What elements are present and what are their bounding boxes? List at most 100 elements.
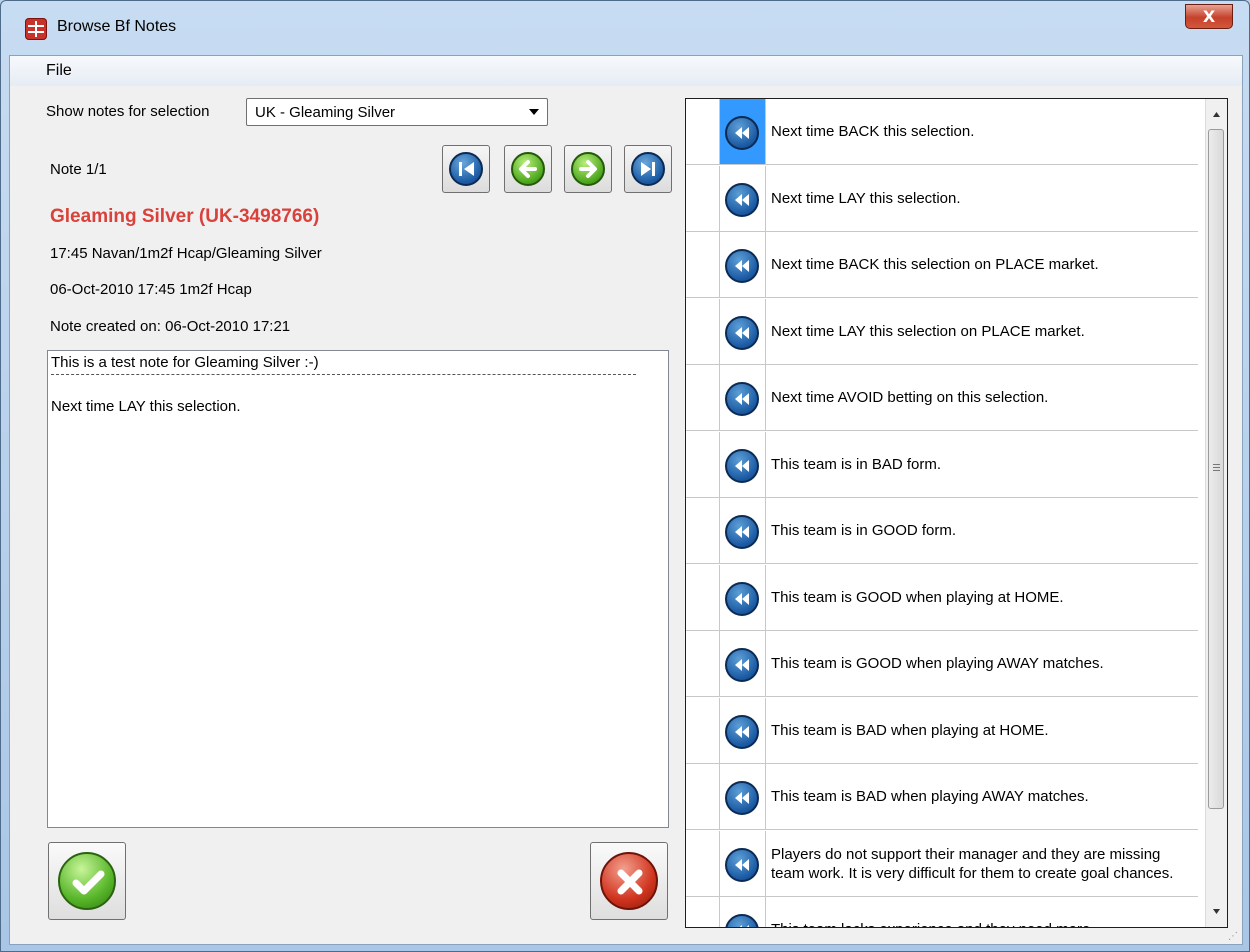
cancel-button[interactable] bbox=[590, 842, 668, 920]
template-row[interactable]: Players do not support their manager and… bbox=[686, 831, 1198, 897]
client-area: File Show notes for selection UK - Gleam… bbox=[9, 55, 1243, 945]
note-divider bbox=[51, 374, 636, 375]
note-templates-grid: Next time BACK this selection. Next time … bbox=[685, 98, 1228, 928]
template-text: Players do not support their manager and… bbox=[771, 845, 1174, 882]
window-title: Browse Bf Notes bbox=[57, 18, 177, 35]
note-created: Note created on: 06-Oct-2010 17:21 bbox=[50, 318, 291, 335]
note-counter: Note 1/1 bbox=[50, 161, 107, 178]
template-text: Next time LAY this selection on PLACE ma… bbox=[771, 323, 1085, 340]
row-header[interactable] bbox=[686, 166, 720, 231]
rewind-icon bbox=[725, 848, 759, 882]
row-header[interactable] bbox=[686, 631, 720, 696]
ok-button[interactable] bbox=[48, 842, 126, 920]
insert-template-button[interactable] bbox=[720, 432, 766, 497]
cross-glyph bbox=[617, 869, 643, 895]
insert-template-button[interactable] bbox=[720, 498, 766, 563]
rewind-icon bbox=[725, 781, 759, 815]
insert-template-button[interactable] bbox=[720, 299, 766, 364]
insert-template-button[interactable] bbox=[720, 166, 766, 231]
row-header[interactable] bbox=[686, 232, 720, 297]
row-header[interactable] bbox=[686, 432, 720, 497]
arrow-left-glyph bbox=[519, 160, 537, 178]
row-header[interactable] bbox=[686, 365, 720, 430]
row-header[interactable] bbox=[686, 897, 720, 927]
first-note-button[interactable] bbox=[442, 145, 490, 193]
template-text: This team is GOOD when playing at HOME. bbox=[771, 589, 1064, 606]
skip-to-first-glyph bbox=[459, 162, 474, 176]
template-row[interactable]: Next time AVOID betting on this selectio… bbox=[686, 365, 1198, 431]
template-row[interactable]: Next time LAY this selection. bbox=[686, 166, 1198, 232]
insert-template-button[interactable] bbox=[720, 897, 766, 927]
insert-template-button[interactable] bbox=[720, 365, 766, 430]
checkmark-glyph bbox=[72, 870, 105, 895]
template-text: This team is BAD when playing AWAY match… bbox=[771, 788, 1089, 805]
rewind-icon bbox=[725, 382, 759, 416]
scroll-down-icon[interactable] bbox=[1209, 904, 1224, 919]
template-text: Next time BACK this selection. bbox=[771, 123, 975, 140]
template-row[interactable]: This team is GOOD when playing AWAY matc… bbox=[686, 631, 1198, 697]
next-note-button[interactable] bbox=[564, 145, 612, 193]
rewind-icon bbox=[725, 449, 759, 483]
template-row[interactable]: This team lacks experience and they need… bbox=[686, 897, 1198, 927]
row-header[interactable] bbox=[686, 498, 720, 563]
template-text: This team is in BAD form. bbox=[771, 456, 942, 473]
row-header[interactable] bbox=[686, 299, 720, 364]
skip-to-last-glyph bbox=[641, 162, 655, 176]
template-text: This team is in GOOD form. bbox=[771, 522, 957, 539]
rewind-icon bbox=[725, 116, 759, 150]
menu-file[interactable]: File bbox=[46, 62, 72, 80]
scroll-thumb[interactable] bbox=[1208, 129, 1224, 809]
note-line-2: Next time LAY this selection. bbox=[51, 398, 241, 415]
template-row[interactable]: This team is BAD when playing AWAY match… bbox=[686, 764, 1198, 830]
note-line-1: This is a test note for Gleaming Silver … bbox=[51, 354, 319, 371]
insert-template-button[interactable] bbox=[720, 99, 766, 164]
row-header[interactable] bbox=[686, 698, 720, 763]
close-button[interactable]: X bbox=[1185, 4, 1233, 29]
insert-template-button[interactable] bbox=[720, 232, 766, 297]
rewind-icon bbox=[725, 249, 759, 283]
template-text: This team lacks experience and they need… bbox=[771, 897, 1196, 927]
row-header[interactable] bbox=[686, 565, 720, 630]
template-text: This team is GOOD when playing AWAY matc… bbox=[771, 655, 1104, 672]
template-row[interactable]: Next time BACK this selection on PLACE m… bbox=[686, 232, 1198, 298]
template-text: This team is BAD when playing at HOME. bbox=[771, 722, 1049, 739]
row-header[interactable] bbox=[686, 764, 720, 829]
rewind-icon bbox=[725, 316, 759, 350]
template-text: Next time BACK this selection on PLACE m… bbox=[771, 256, 1099, 273]
insert-template-button[interactable] bbox=[720, 831, 766, 896]
vertical-scrollbar[interactable] bbox=[1205, 99, 1227, 927]
template-text: Next time LAY this selection. bbox=[771, 190, 961, 207]
template-row[interactable]: This team is GOOD when playing at HOME. bbox=[686, 565, 1198, 631]
row-header[interactable] bbox=[686, 99, 720, 164]
note-textarea[interactable]: This is a test note for Gleaming Silver … bbox=[47, 350, 669, 828]
rewind-icon bbox=[725, 914, 759, 927]
rewind-icon bbox=[725, 582, 759, 616]
template-row[interactable]: This team is in GOOD form. bbox=[686, 498, 1198, 564]
last-note-button[interactable] bbox=[624, 145, 672, 193]
arrow-right-glyph bbox=[579, 160, 597, 178]
window: Browse Bf Notes X File Show notes for se… bbox=[0, 0, 1250, 952]
insert-template-button[interactable] bbox=[720, 565, 766, 630]
selection-dropdown[interactable]: UK - Gleaming Silver bbox=[246, 98, 548, 126]
insert-template-button[interactable] bbox=[720, 764, 766, 829]
row-header[interactable] bbox=[686, 831, 720, 896]
selection-heading: Gleaming Silver (UK-3498766) bbox=[50, 206, 320, 227]
app-logo-icon bbox=[25, 18, 47, 40]
rewind-icon bbox=[725, 648, 759, 682]
insert-template-button[interactable] bbox=[720, 631, 766, 696]
selection-label: Show notes for selection bbox=[46, 103, 210, 120]
template-row[interactable]: Next time LAY this selection on PLACE ma… bbox=[686, 299, 1198, 365]
title-bar: Browse Bf Notes X bbox=[1, 1, 1249, 55]
resize-grip-icon[interactable]: ⋰ bbox=[1228, 931, 1238, 942]
rewind-icon bbox=[725, 183, 759, 217]
selection-value: UK - Gleaming Silver bbox=[255, 104, 396, 121]
previous-note-button[interactable] bbox=[504, 145, 552, 193]
template-row[interactable]: This team is in BAD form. bbox=[686, 432, 1198, 498]
template-row[interactable]: This team is BAD when playing at HOME. bbox=[686, 698, 1198, 764]
insert-template-button[interactable] bbox=[720, 698, 766, 763]
rewind-icon bbox=[725, 515, 759, 549]
event-time: 06-Oct-2010 17:45 1m2f Hcap bbox=[50, 281, 252, 298]
template-row[interactable]: Next time BACK this selection. bbox=[686, 99, 1198, 165]
template-text: Next time AVOID betting on this selectio… bbox=[771, 389, 1049, 406]
scroll-up-icon[interactable] bbox=[1209, 107, 1224, 122]
